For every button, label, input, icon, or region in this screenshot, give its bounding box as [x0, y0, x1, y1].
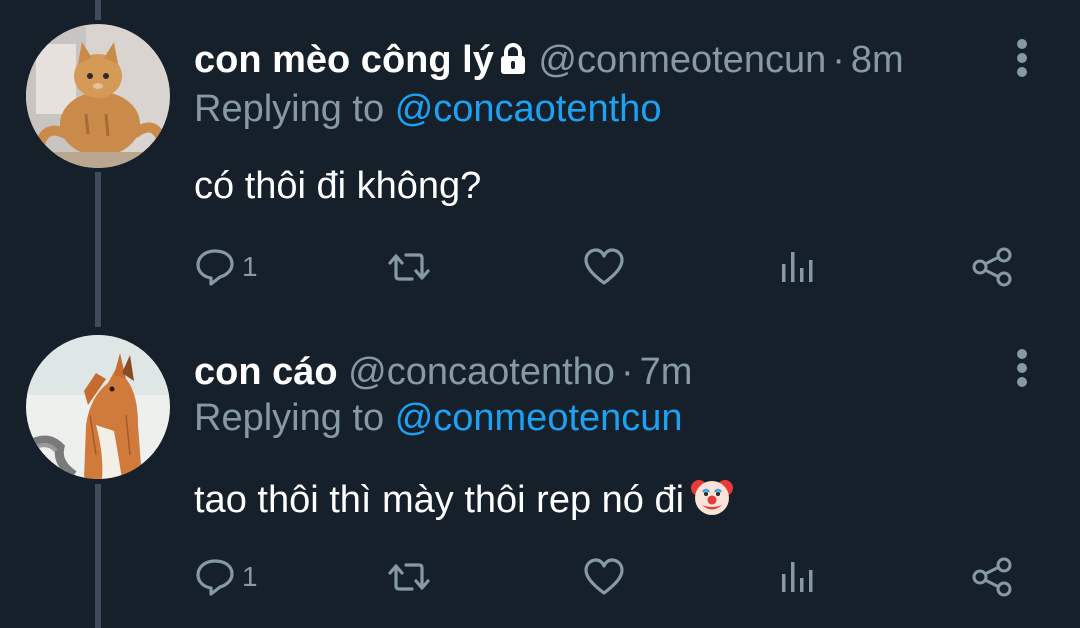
thread-view: con mèo công lý @conmeotencun · 8m Replyin…: [0, 0, 1080, 628]
tweet[interactable]: con mèo công lý @conmeotencun · 8m Replyin…: [0, 0, 1080, 320]
tweet-actions: 1: [0, 552, 1080, 602]
tweet[interactable]: con cáo @concaotentho · 7m Replying to @co…: [0, 320, 1080, 628]
avatar[interactable]: [26, 24, 170, 168]
tweet-text-container: tao thôi thì mày thôi rep nó đi: [194, 474, 734, 529]
reply-button[interactable]: 1: [194, 242, 258, 292]
reply-button[interactable]: 1: [194, 552, 258, 602]
like-button[interactable]: [582, 242, 626, 292]
mention-link[interactable]: @concaotentho: [395, 88, 662, 130]
clown-face-icon: [690, 474, 734, 529]
like-icon: [582, 246, 626, 288]
analytics-button[interactable]: [778, 242, 818, 292]
tweet-text: tao thôi thì mày thôi rep nó đi: [194, 479, 685, 521]
tweet-actions: 1: [0, 242, 1080, 292]
separator-dot: ·: [620, 351, 634, 393]
reply-count: 1: [242, 561, 258, 592]
more-options-icon[interactable]: [1012, 348, 1032, 388]
more-options-icon[interactable]: [1012, 38, 1032, 78]
display-name[interactable]: con mèo công lý: [194, 39, 494, 81]
analytics-icon: [778, 246, 818, 288]
share-icon: [970, 246, 1014, 288]
replying-prefix: Replying to: [194, 88, 385, 130]
tweet-header: con mèo công lý @conmeotencun · 8m: [194, 37, 904, 86]
fox-avatar-image: [26, 335, 170, 479]
retweet-icon: [386, 246, 432, 288]
user-handle[interactable]: @conmeotencun: [538, 39, 826, 81]
retweet-button[interactable]: [386, 552, 432, 602]
lock-icon: [498, 40, 528, 86]
like-icon: [582, 556, 626, 598]
separator-dot: ·: [832, 39, 845, 81]
mention-link[interactable]: @conmeotencun: [395, 397, 683, 439]
cat-avatar-image: [26, 24, 170, 168]
retweet-icon: [386, 556, 432, 598]
tweet-header: con cáo @concaotentho · 7m: [194, 349, 692, 395]
reply-icon: [194, 246, 236, 288]
analytics-icon: [778, 556, 818, 598]
replying-to-line: Replying to @conmeotencun: [194, 395, 683, 441]
timestamp[interactable]: 7m: [640, 351, 693, 393]
replying-to-line: Replying to @concaotentho: [194, 86, 661, 132]
share-button[interactable]: [970, 242, 1014, 292]
retweet-button[interactable]: [386, 242, 432, 292]
reply-count: 1: [242, 251, 258, 282]
share-icon: [970, 556, 1014, 598]
user-handle[interactable]: @concaotentho: [348, 351, 615, 393]
timestamp[interactable]: 8m: [851, 39, 904, 81]
share-button[interactable]: [970, 552, 1014, 602]
avatar[interactable]: [26, 335, 170, 479]
analytics-button[interactable]: [778, 552, 818, 602]
display-name[interactable]: con cáo: [194, 351, 338, 393]
reply-icon: [194, 556, 236, 598]
replying-prefix: Replying to: [194, 397, 385, 439]
like-button[interactable]: [582, 552, 626, 602]
tweet-text: có thôi đi không?: [194, 165, 482, 207]
